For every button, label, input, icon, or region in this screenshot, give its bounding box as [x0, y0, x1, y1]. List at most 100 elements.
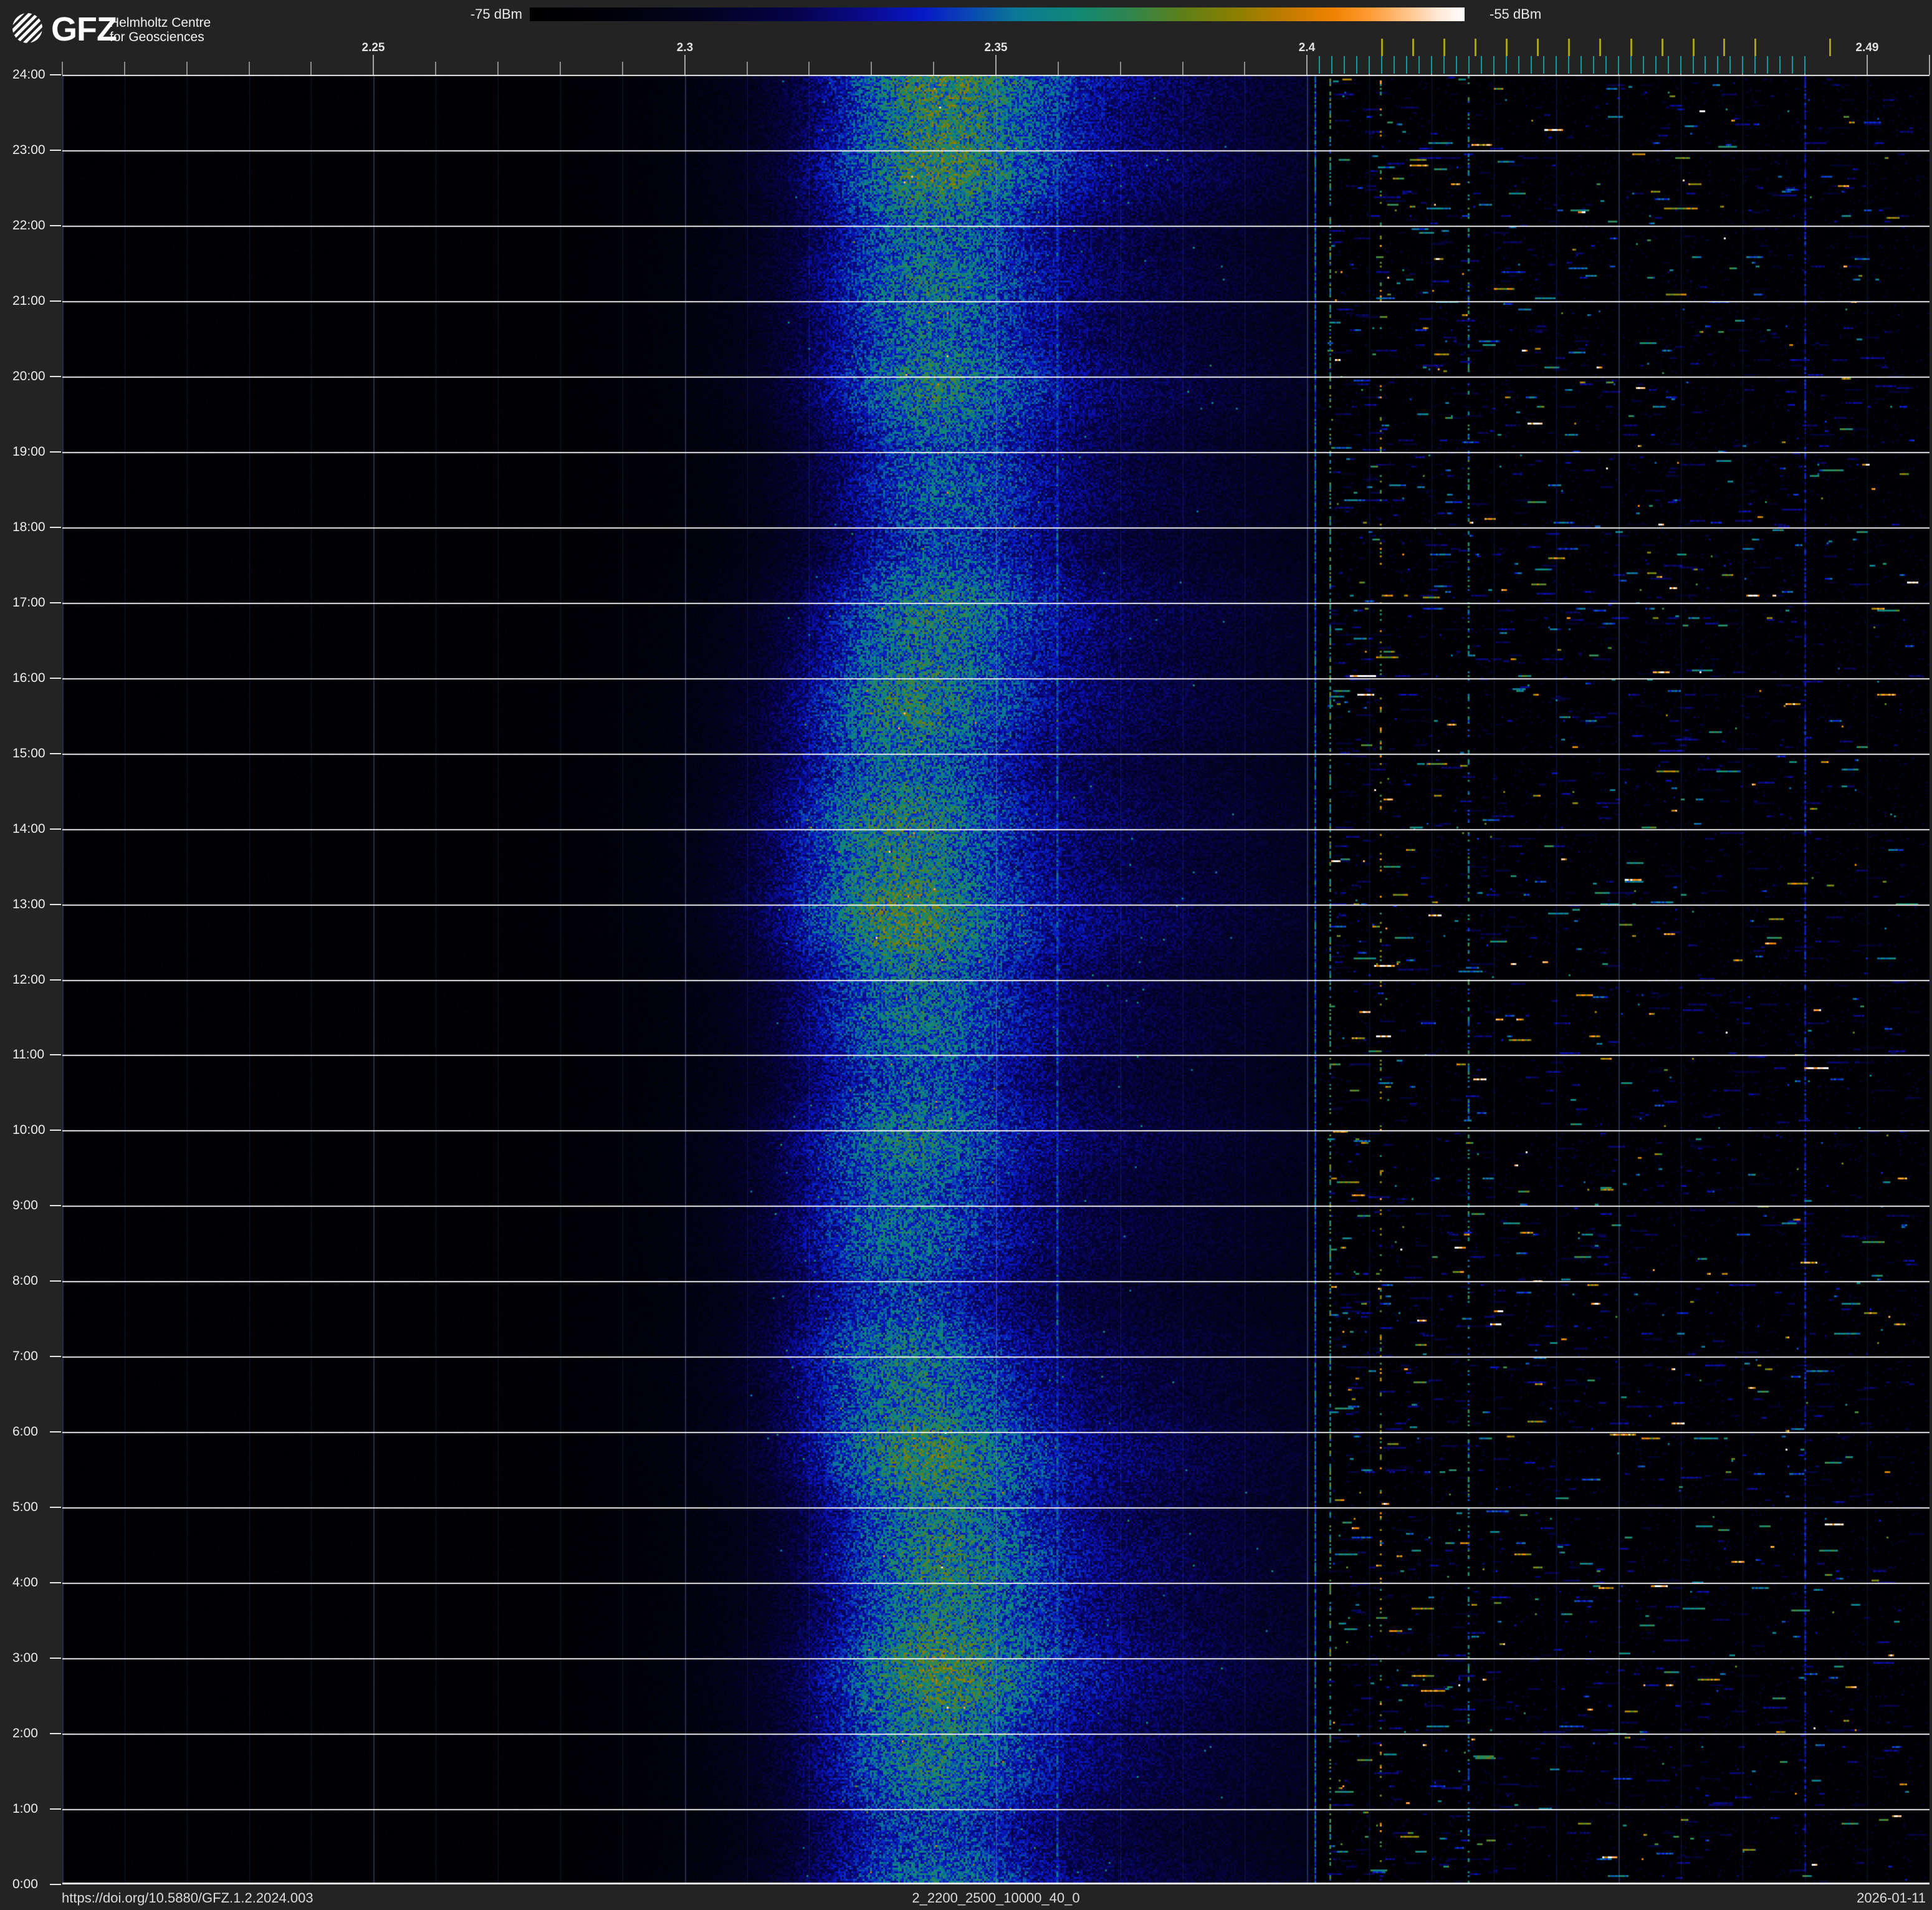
- freq-axis-label: 2.35: [984, 41, 1008, 54]
- wifi-channel-tick: [1723, 39, 1725, 56]
- time-axis-tick: [50, 376, 61, 377]
- time-axis-tick: [50, 828, 61, 830]
- colorbar-gradient: [530, 7, 1465, 21]
- ble-channel-tick: [1531, 56, 1532, 74]
- ble-channel-tick: [1792, 56, 1793, 74]
- ble-channel-tick: [1331, 56, 1332, 74]
- freq-minor-tick: [62, 62, 63, 75]
- freq-minor-tick: [808, 62, 810, 75]
- wifi-channel-tick: [1693, 39, 1695, 56]
- time-axis-tick: [50, 451, 61, 453]
- freq-major-tick: [684, 55, 686, 75]
- ble-channel-tick: [1593, 56, 1594, 74]
- time-axis-tick: [50, 1808, 61, 1810]
- wifi-channel-tick: [1630, 39, 1632, 56]
- time-axis-tick: [50, 602, 61, 603]
- gfz-logo-subtitle: Helmholtz Centre for Geosciences: [110, 16, 211, 44]
- spectrogram-canvas: [62, 75, 1930, 1884]
- time-axis-tick: [50, 979, 61, 981]
- doi-link[interactable]: https://doi.org/10.5880/GFZ.1.2.2024.003: [62, 1890, 313, 1906]
- ble-channel-tick: [1729, 56, 1731, 74]
- ble-channel-tick: [1481, 56, 1482, 74]
- freq-minor-tick: [871, 62, 872, 75]
- freq-minor-tick: [435, 62, 436, 75]
- time-axis-tick: [50, 1431, 61, 1432]
- time-axis-tick: [50, 1280, 61, 1282]
- freq-axis-label: 2.3: [676, 41, 694, 54]
- ble-channel-tick: [1394, 56, 1395, 74]
- colorbar-max-label: -55 dBm: [1490, 6, 1542, 22]
- ble-channel-tick: [1767, 56, 1768, 74]
- freq-major-tick: [1867, 55, 1868, 75]
- wifi-channel-tick: [1662, 39, 1663, 56]
- ble-channel-tick: [1319, 56, 1320, 74]
- ble-channel-tick: [1804, 56, 1805, 74]
- wifi-channel-tick: [1599, 39, 1601, 56]
- freq-major-tick: [1929, 55, 1930, 75]
- wifi-channel-tick: [1443, 39, 1445, 56]
- freq-minor-tick: [1182, 62, 1184, 75]
- ble-channel-tick: [1369, 56, 1370, 74]
- wifi-channel-tick: [1381, 39, 1383, 56]
- wifi-channel-tick: [1568, 39, 1570, 56]
- ble-channel-tick: [1493, 56, 1494, 74]
- ble-channel-tick: [1518, 56, 1519, 74]
- ble-channel-tick: [1381, 56, 1382, 74]
- time-axis-tick: [50, 1130, 61, 1131]
- ble-channel-tick: [1779, 56, 1781, 74]
- ble-channel-tick: [1443, 56, 1445, 74]
- ble-channel-tick: [1431, 56, 1432, 74]
- ble-channel-tick: [1344, 56, 1345, 74]
- ble-channel-tick: [1356, 56, 1357, 74]
- freq-minor-tick: [1244, 62, 1245, 75]
- ble-channel-tick: [1643, 56, 1644, 74]
- freq-minor-tick: [249, 62, 250, 75]
- freq-minor-tick: [1058, 62, 1059, 75]
- freq-minor-tick: [1120, 62, 1121, 75]
- wifi-channel-tick: [1754, 39, 1756, 56]
- freq-minor-tick: [747, 62, 748, 75]
- wifi-channel-tick: [1829, 39, 1831, 56]
- ble-channel-tick: [1742, 56, 1743, 74]
- colorbar-min-label: -75 dBm: [470, 6, 522, 22]
- ble-channel-tick: [1630, 56, 1632, 74]
- gfz-globe-icon: [12, 13, 42, 43]
- freq-minor-tick: [310, 62, 312, 75]
- ble-channel-tick: [1418, 56, 1420, 74]
- ble-channel-tick: [1618, 56, 1619, 74]
- time-axis-tick: [50, 300, 61, 302]
- freq-minor-tick: [124, 62, 125, 75]
- ble-channel-tick: [1605, 56, 1607, 74]
- time-axis-tick: [50, 1733, 61, 1734]
- time-axis-tick: [50, 1507, 61, 1508]
- ble-channel-tick: [1668, 56, 1669, 74]
- ble-channel-tick: [1581, 56, 1582, 74]
- ble-channel-tick: [1506, 56, 1507, 74]
- ble-channel-tick: [1754, 56, 1756, 74]
- ble-channel-tick: [1693, 56, 1694, 74]
- ble-channel-tick: [1456, 56, 1457, 74]
- time-axis-tick: [50, 904, 61, 905]
- freq-major-tick: [1306, 55, 1308, 75]
- gfz-spectrogram-figure: GFZ Helmholtz Centre for Geosciences -75…: [0, 0, 1932, 1910]
- freq-minor-tick: [560, 62, 561, 75]
- ble-channel-tick: [1543, 56, 1544, 74]
- ble-channel-tick: [1568, 56, 1569, 74]
- ble-channel-tick: [1406, 56, 1407, 74]
- time-axis-tick: [50, 678, 61, 679]
- ble-channel-tick: [1717, 56, 1718, 74]
- wifi-channel-tick: [1475, 39, 1476, 56]
- wifi-channel-tick: [1506, 39, 1508, 56]
- freq-axis-label: 2.25: [361, 41, 385, 54]
- time-axis-tick: [50, 1884, 61, 1885]
- freq-minor-tick: [186, 62, 188, 75]
- time-axis-tick: [50, 1356, 61, 1357]
- freq-axis-label: 2.49: [1855, 41, 1879, 54]
- time-axis-tick: [50, 1054, 61, 1055]
- time-axis-tick: [50, 74, 61, 75]
- freq-major-tick: [373, 55, 374, 75]
- gfz-logo-subtitle-line2: for Geosciences: [110, 30, 204, 44]
- time-axis-tick: [50, 1205, 61, 1206]
- ble-channel-tick: [1468, 56, 1470, 74]
- time-axis-tick: [50, 753, 61, 754]
